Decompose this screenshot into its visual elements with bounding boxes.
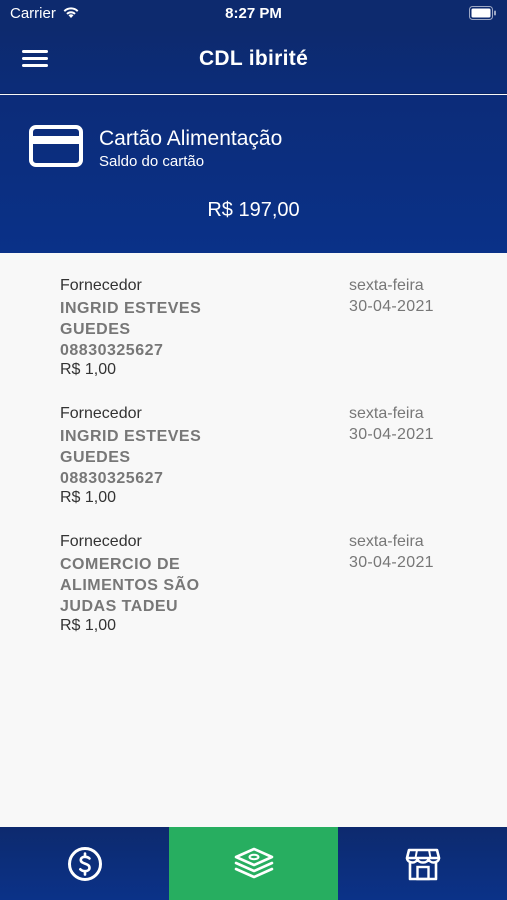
supplier-name: INGRID ESTEVES GUEDES 08830325627 (60, 298, 230, 361)
card-balance-header: Cartão Alimentação Saldo do cartão R$ 19… (0, 95, 507, 253)
transaction-value: R$ 1,00 (60, 617, 117, 634)
dollar-coin-icon (67, 846, 102, 881)
supplier-name-line: 08830325627 (60, 342, 164, 359)
tab-stores[interactable] (338, 827, 507, 900)
money-stack-icon (234, 847, 273, 878)
supplier-name-line: GUEDES (60, 449, 131, 466)
transaction-date: 30-04-2021 (349, 426, 434, 443)
tab-bar (0, 827, 507, 900)
store-icon (405, 848, 440, 880)
supplier-name: COMERCIO DE ALIMENTOS SÃO JUDAS TADEU (60, 554, 230, 617)
transaction-date: 30-04-2021 (349, 298, 434, 315)
transaction-list: Fornecedor INGRID ESTEVES GUEDES 0883032… (0, 253, 507, 827)
transaction-date: 30-04-2021 (349, 554, 434, 571)
transaction-weekday: sexta-feira (349, 277, 424, 294)
transaction-value: R$ 1,00 (60, 361, 117, 378)
supplier-name-line: INGRID ESTEVES (60, 428, 202, 445)
list-item[interactable]: Fornecedor INGRID ESTEVES GUEDES 0883032… (0, 381, 507, 506)
card-balance: R$ 197,00 (207, 199, 300, 221)
card-subtitle: Saldo do cartão (99, 153, 205, 170)
card-title: Cartão Alimentação (99, 127, 283, 150)
navigation-bar: CDL ibirité (0, 28, 507, 94)
page-title: CDL ibirité (198, 47, 309, 70)
supplier-name-line: INGRID ESTEVES (60, 300, 202, 317)
list-item[interactable]: Fornecedor INGRID ESTEVES GUEDES 0883032… (0, 253, 507, 378)
supplier-label: Fornecedor (60, 405, 142, 422)
battery-icon (469, 6, 497, 25)
supplier-name-line: JUDAS TADEU (60, 598, 179, 615)
supplier-name-line: GUEDES (60, 321, 131, 338)
supplier-label: Fornecedor (60, 533, 142, 550)
supplier-name-line: 08830325627 (60, 470, 164, 487)
list-item[interactable]: Fornecedor COMERCIO DE ALIMENTOS SÃO JUD… (0, 509, 507, 634)
transaction-weekday: sexta-feira (349, 533, 424, 550)
tab-transactions[interactable] (169, 827, 338, 900)
credit-card-icon (29, 125, 83, 172)
supplier-name-line: ALIMENTOS SÃO (60, 577, 200, 594)
transaction-value: R$ 1,00 (60, 489, 117, 506)
tab-balance[interactable] (0, 827, 169, 900)
supplier-label: Fornecedor (60, 277, 142, 294)
transaction-weekday: sexta-feira (349, 405, 424, 422)
supplier-name: INGRID ESTEVES GUEDES 08830325627 (60, 426, 230, 489)
status-bar: Carrier 8:27 PM (0, 0, 507, 28)
status-time: 8:27 PM (225, 5, 282, 22)
supplier-name-line: COMERCIO DE (60, 556, 181, 573)
